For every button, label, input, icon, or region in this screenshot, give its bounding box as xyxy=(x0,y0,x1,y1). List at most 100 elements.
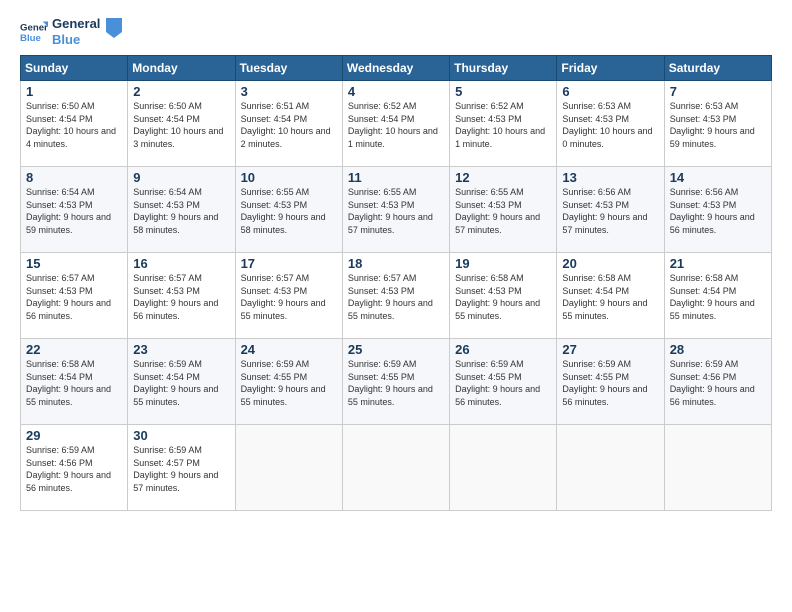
day-info: Sunrise: 6:55 AM Sunset: 4:53 PM Dayligh… xyxy=(241,186,337,236)
day-info: Sunrise: 6:55 AM Sunset: 4:53 PM Dayligh… xyxy=(348,186,444,236)
day-number: 11 xyxy=(348,170,444,185)
day-number: 29 xyxy=(26,428,122,443)
day-number: 28 xyxy=(670,342,766,357)
calendar-cell: 2 Sunrise: 6:50 AM Sunset: 4:54 PM Dayli… xyxy=(128,81,235,167)
day-info: Sunrise: 6:53 AM Sunset: 4:53 PM Dayligh… xyxy=(670,100,766,150)
day-info: Sunrise: 6:58 AM Sunset: 4:54 PM Dayligh… xyxy=(26,358,122,408)
calendar-cell: 1 Sunrise: 6:50 AM Sunset: 4:54 PM Dayli… xyxy=(21,81,128,167)
weekday-header-sunday: Sunday xyxy=(21,56,128,81)
calendar-cell xyxy=(235,425,342,511)
page-container: General Blue General Blue SundayMondayTu… xyxy=(0,0,792,612)
logo: General Blue General Blue xyxy=(20,16,122,47)
calendar-cell: 6 Sunrise: 6:53 AM Sunset: 4:53 PM Dayli… xyxy=(557,81,664,167)
calendar-week-1: 1 Sunrise: 6:50 AM Sunset: 4:54 PM Dayli… xyxy=(21,81,772,167)
day-number: 16 xyxy=(133,256,229,271)
day-number: 12 xyxy=(455,170,551,185)
calendar-week-4: 22 Sunrise: 6:58 AM Sunset: 4:54 PM Dayl… xyxy=(21,339,772,425)
day-number: 15 xyxy=(26,256,122,271)
day-info: Sunrise: 6:57 AM Sunset: 4:53 PM Dayligh… xyxy=(133,272,229,322)
day-info: Sunrise: 6:55 AM Sunset: 4:53 PM Dayligh… xyxy=(455,186,551,236)
calendar-table: SundayMondayTuesdayWednesdayThursdayFrid… xyxy=(20,55,772,511)
day-number: 26 xyxy=(455,342,551,357)
day-info: Sunrise: 6:58 AM Sunset: 4:53 PM Dayligh… xyxy=(455,272,551,322)
day-number: 14 xyxy=(670,170,766,185)
svg-text:General: General xyxy=(20,22,48,33)
calendar-cell: 21 Sunrise: 6:58 AM Sunset: 4:54 PM Dayl… xyxy=(664,253,771,339)
calendar-cell: 25 Sunrise: 6:59 AM Sunset: 4:55 PM Dayl… xyxy=(342,339,449,425)
logo-icon: General Blue xyxy=(20,18,48,46)
day-info: Sunrise: 6:54 AM Sunset: 4:53 PM Dayligh… xyxy=(26,186,122,236)
day-info: Sunrise: 6:51 AM Sunset: 4:54 PM Dayligh… xyxy=(241,100,337,150)
day-number: 5 xyxy=(455,84,551,99)
calendar-week-3: 15 Sunrise: 6:57 AM Sunset: 4:53 PM Dayl… xyxy=(21,253,772,339)
day-info: Sunrise: 6:52 AM Sunset: 4:53 PM Dayligh… xyxy=(455,100,551,150)
logo-arrow-icon xyxy=(106,18,122,38)
calendar-cell: 5 Sunrise: 6:52 AM Sunset: 4:53 PM Dayli… xyxy=(450,81,557,167)
weekday-header-monday: Monday xyxy=(128,56,235,81)
day-info: Sunrise: 6:50 AM Sunset: 4:54 PM Dayligh… xyxy=(133,100,229,150)
calendar-cell: 27 Sunrise: 6:59 AM Sunset: 4:55 PM Dayl… xyxy=(557,339,664,425)
day-number: 6 xyxy=(562,84,658,99)
calendar-cell: 29 Sunrise: 6:59 AM Sunset: 4:56 PM Dayl… xyxy=(21,425,128,511)
day-number: 25 xyxy=(348,342,444,357)
calendar-cell: 12 Sunrise: 6:55 AM Sunset: 4:53 PM Dayl… xyxy=(450,167,557,253)
day-number: 13 xyxy=(562,170,658,185)
calendar-cell: 24 Sunrise: 6:59 AM Sunset: 4:55 PM Dayl… xyxy=(235,339,342,425)
day-number: 7 xyxy=(670,84,766,99)
day-info: Sunrise: 6:58 AM Sunset: 4:54 PM Dayligh… xyxy=(562,272,658,322)
calendar-cell: 18 Sunrise: 6:57 AM Sunset: 4:53 PM Dayl… xyxy=(342,253,449,339)
day-info: Sunrise: 6:57 AM Sunset: 4:53 PM Dayligh… xyxy=(26,272,122,322)
day-number: 4 xyxy=(348,84,444,99)
svg-text:Blue: Blue xyxy=(20,32,41,43)
logo-general: General xyxy=(52,16,100,32)
weekday-header-row: SundayMondayTuesdayWednesdayThursdayFrid… xyxy=(21,56,772,81)
calendar-cell: 22 Sunrise: 6:58 AM Sunset: 4:54 PM Dayl… xyxy=(21,339,128,425)
calendar-cell xyxy=(664,425,771,511)
day-info: Sunrise: 6:59 AM Sunset: 4:55 PM Dayligh… xyxy=(562,358,658,408)
day-info: Sunrise: 6:59 AM Sunset: 4:56 PM Dayligh… xyxy=(26,444,122,494)
day-info: Sunrise: 6:53 AM Sunset: 4:53 PM Dayligh… xyxy=(562,100,658,150)
calendar-week-2: 8 Sunrise: 6:54 AM Sunset: 4:53 PM Dayli… xyxy=(21,167,772,253)
day-number: 1 xyxy=(26,84,122,99)
day-number: 10 xyxy=(241,170,337,185)
day-number: 23 xyxy=(133,342,229,357)
day-number: 20 xyxy=(562,256,658,271)
day-info: Sunrise: 6:59 AM Sunset: 4:55 PM Dayligh… xyxy=(241,358,337,408)
calendar-cell: 10 Sunrise: 6:55 AM Sunset: 4:53 PM Dayl… xyxy=(235,167,342,253)
day-number: 9 xyxy=(133,170,229,185)
day-info: Sunrise: 6:56 AM Sunset: 4:53 PM Dayligh… xyxy=(670,186,766,236)
calendar-cell xyxy=(557,425,664,511)
day-info: Sunrise: 6:50 AM Sunset: 4:54 PM Dayligh… xyxy=(26,100,122,150)
day-info: Sunrise: 6:59 AM Sunset: 4:56 PM Dayligh… xyxy=(670,358,766,408)
calendar-cell: 20 Sunrise: 6:58 AM Sunset: 4:54 PM Dayl… xyxy=(557,253,664,339)
calendar-cell: 9 Sunrise: 6:54 AM Sunset: 4:53 PM Dayli… xyxy=(128,167,235,253)
day-number: 21 xyxy=(670,256,766,271)
calendar-cell: 8 Sunrise: 6:54 AM Sunset: 4:53 PM Dayli… xyxy=(21,167,128,253)
day-number: 27 xyxy=(562,342,658,357)
day-info: Sunrise: 6:57 AM Sunset: 4:53 PM Dayligh… xyxy=(348,272,444,322)
day-info: Sunrise: 6:56 AM Sunset: 4:53 PM Dayligh… xyxy=(562,186,658,236)
day-info: Sunrise: 6:52 AM Sunset: 4:54 PM Dayligh… xyxy=(348,100,444,150)
calendar-cell: 30 Sunrise: 6:59 AM Sunset: 4:57 PM Dayl… xyxy=(128,425,235,511)
calendar-cell: 11 Sunrise: 6:55 AM Sunset: 4:53 PM Dayl… xyxy=(342,167,449,253)
day-number: 17 xyxy=(241,256,337,271)
calendar-week-5: 29 Sunrise: 6:59 AM Sunset: 4:56 PM Dayl… xyxy=(21,425,772,511)
calendar-cell xyxy=(342,425,449,511)
calendar-cell: 4 Sunrise: 6:52 AM Sunset: 4:54 PM Dayli… xyxy=(342,81,449,167)
day-info: Sunrise: 6:57 AM Sunset: 4:53 PM Dayligh… xyxy=(241,272,337,322)
day-info: Sunrise: 6:59 AM Sunset: 4:55 PM Dayligh… xyxy=(455,358,551,408)
day-number: 2 xyxy=(133,84,229,99)
calendar-cell: 16 Sunrise: 6:57 AM Sunset: 4:53 PM Dayl… xyxy=(128,253,235,339)
day-info: Sunrise: 6:58 AM Sunset: 4:54 PM Dayligh… xyxy=(670,272,766,322)
day-number: 8 xyxy=(26,170,122,185)
page-header: General Blue General Blue xyxy=(20,16,772,47)
weekday-header-friday: Friday xyxy=(557,56,664,81)
calendar-cell: 15 Sunrise: 6:57 AM Sunset: 4:53 PM Dayl… xyxy=(21,253,128,339)
calendar-cell: 26 Sunrise: 6:59 AM Sunset: 4:55 PM Dayl… xyxy=(450,339,557,425)
weekday-header-tuesday: Tuesday xyxy=(235,56,342,81)
calendar-cell: 23 Sunrise: 6:59 AM Sunset: 4:54 PM Dayl… xyxy=(128,339,235,425)
logo-blue: Blue xyxy=(52,32,100,48)
day-number: 30 xyxy=(133,428,229,443)
weekday-header-saturday: Saturday xyxy=(664,56,771,81)
day-number: 18 xyxy=(348,256,444,271)
